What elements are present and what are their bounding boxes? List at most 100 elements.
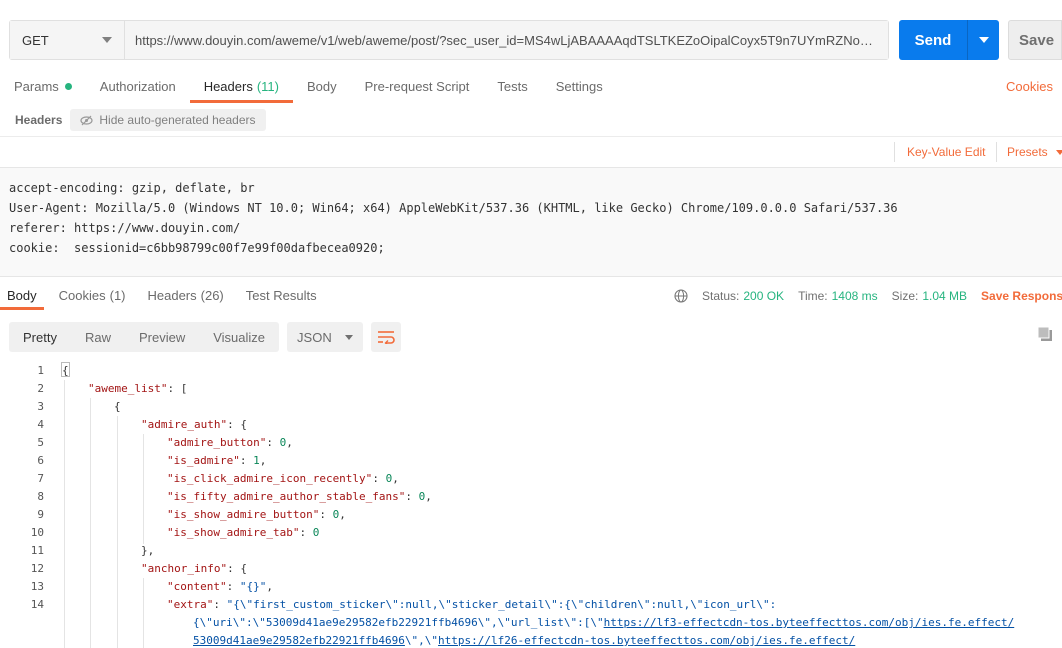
url-input[interactable]: https://www.douyin.com/aweme/v1/web/awem… bbox=[125, 21, 888, 59]
time-label: Time: bbox=[798, 289, 828, 303]
tab-label: Body bbox=[7, 287, 37, 303]
send-dropdown[interactable] bbox=[968, 37, 999, 43]
response-tab-test-results[interactable]: Test Results bbox=[239, 282, 324, 308]
response-status: Status: 200 OK Time: 1408 ms Size: 1.04 MB … bbox=[674, 287, 1062, 305]
tab-label: Authorization bbox=[99, 79, 176, 94]
tab-label: Headers bbox=[203, 79, 253, 94]
save-label: Save bbox=[1019, 31, 1055, 49]
line-number: 3 bbox=[37, 400, 44, 413]
indent-guide bbox=[117, 416, 118, 648]
line-number: 6 bbox=[37, 454, 44, 467]
response-tab-headers[interactable]: Headers (26) bbox=[141, 282, 231, 308]
send-button[interactable]: Send bbox=[899, 20, 999, 60]
code-line: { bbox=[114, 400, 121, 413]
header-line: referer: https://www.douyin.com/ bbox=[9, 221, 241, 235]
size-value: 1.04 MB bbox=[922, 289, 968, 303]
code-line: 53009d41ae9e29582efb22921ffb4696\",\"htt… bbox=[193, 634, 856, 647]
line-number: 12 bbox=[30, 562, 44, 575]
line-number: 4 bbox=[37, 418, 44, 431]
request-bar: GET https://www.douyin.com/aweme/v1/web/… bbox=[9, 20, 889, 60]
format-pretty[interactable]: Pretty bbox=[9, 322, 71, 352]
send-label: Send bbox=[914, 31, 952, 49]
format-preview[interactable]: Preview bbox=[125, 322, 199, 352]
tab-label: Params bbox=[14, 79, 59, 94]
response-tab-body[interactable]: Body bbox=[0, 282, 44, 310]
url-link[interactable]: https://lf26-effectcdn-tos.byteeffecttos… bbox=[438, 634, 855, 647]
line-number: 7 bbox=[37, 472, 44, 485]
line-number: 8 bbox=[37, 490, 44, 503]
time-value: 1408 ms bbox=[831, 289, 878, 303]
code-line: "admire_button": 0, bbox=[167, 436, 293, 449]
code-line: "anchor_info": { bbox=[141, 562, 247, 575]
eye-off-icon bbox=[80, 115, 93, 125]
tab-tests[interactable]: Tests bbox=[483, 70, 541, 103]
code-line: { bbox=[62, 364, 69, 377]
headers-label: Headers bbox=[15, 113, 63, 127]
chevron-down-icon bbox=[978, 37, 989, 43]
headers-subbar: Headers Hide auto-generated headers bbox=[0, 108, 266, 132]
tab-count: (11) bbox=[256, 79, 279, 94]
tab-body[interactable]: Body bbox=[293, 70, 351, 103]
code-line: "extra": "{\"first_custom_sticker\":null… bbox=[167, 598, 777, 611]
code-line: "is_fifty_admire_author_stable_fans": 0, bbox=[167, 490, 432, 503]
method-select[interactable]: GET bbox=[10, 21, 125, 59]
hide-auto-headers-button[interactable]: Hide auto-generated headers bbox=[70, 109, 266, 131]
code-line: "aweme_list": [ bbox=[88, 382, 188, 395]
code-line: "is_show_admire_tab": 0 bbox=[167, 526, 320, 539]
tab-count: (26) bbox=[200, 287, 224, 303]
tab-settings[interactable]: Settings bbox=[542, 70, 617, 103]
code-line: "admire_auth": { bbox=[141, 418, 247, 431]
globe-icon[interactable] bbox=[674, 289, 688, 303]
bulk-edit-toolbar: Key-Value Edit Presets bbox=[0, 142, 1062, 164]
body-toolbar: Pretty Raw Preview Visualize JSON bbox=[9, 322, 402, 352]
line-number: 9 bbox=[37, 508, 44, 521]
request-tabs: Params Authorization Headers (11) Body Pr… bbox=[0, 70, 617, 103]
method-label: GET bbox=[22, 32, 49, 48]
indent-guide bbox=[143, 434, 144, 544]
url-text: https://www.douyin.com/aweme/v1/web/awem… bbox=[135, 32, 878, 48]
line-number: 2 bbox=[37, 382, 44, 395]
line-number: 13 bbox=[30, 580, 44, 593]
indent-guide bbox=[143, 578, 144, 648]
cookies-link[interactable]: Cookies bbox=[1006, 79, 1053, 94]
line-number: 10 bbox=[30, 526, 44, 539]
tab-label: Cookies bbox=[58, 287, 106, 303]
tab-pre-request-script[interactable]: Pre-request Script bbox=[351, 70, 484, 103]
header-line: cookie: sessionid=c6bb98799c00f7e99f00da… bbox=[9, 241, 385, 255]
tab-label: Settings bbox=[555, 79, 603, 94]
tab-label: Tests bbox=[497, 79, 528, 94]
tab-headers[interactable]: Headers (11) bbox=[189, 70, 294, 103]
response-tab-cookies[interactable]: Cookies (1) bbox=[52, 282, 133, 308]
save-response-button[interactable]: Save Response bbox=[981, 289, 1062, 303]
presets-dropdown[interactable]: Presets bbox=[996, 142, 1062, 162]
tab-count: (1) bbox=[109, 287, 126, 303]
code-line: "is_click_admire_icon_recently": 0, bbox=[167, 472, 399, 485]
size-label: Size: bbox=[891, 289, 919, 303]
key-value-edit-link[interactable]: Key-Value Edit bbox=[894, 142, 986, 162]
tab-authorization[interactable]: Authorization bbox=[86, 70, 190, 103]
format-visualize[interactable]: Visualize bbox=[199, 322, 279, 352]
language-label: JSON bbox=[297, 329, 332, 345]
save-button[interactable]: Save bbox=[1008, 20, 1062, 60]
tab-params[interactable]: Params bbox=[0, 70, 86, 103]
url-link[interactable]: https://lf3-effectcdn-tos.byteeffecttos.… bbox=[604, 616, 1015, 629]
line-number: 11 bbox=[30, 544, 44, 557]
divider bbox=[0, 136, 1062, 137]
tab-label: Body bbox=[306, 79, 337, 94]
tab-label: Test Results bbox=[245, 287, 317, 303]
format-raw[interactable]: Raw bbox=[71, 322, 125, 352]
response-tabs: Body Cookies (1) Headers (26) Test Results bbox=[0, 282, 332, 310]
presets-label: Presets bbox=[1007, 145, 1048, 159]
url-link[interactable]: 53009d41ae9e29582efb22921ffb4696 bbox=[193, 634, 405, 647]
code-line: {\"uri\":\"53009d41ae9e29582efb22921ffb4… bbox=[193, 616, 1015, 629]
wrap-lines-button[interactable] bbox=[371, 322, 402, 352]
bulk-headers-editor[interactable]: accept-encoding: gzip, deflate, br User-… bbox=[0, 167, 1062, 277]
line-number: 5 bbox=[37, 436, 44, 449]
code-line: "content": "{}", bbox=[167, 580, 273, 593]
language-select[interactable]: JSON bbox=[287, 322, 364, 352]
line-number: 14 bbox=[30, 598, 44, 611]
chevron-down-icon bbox=[1055, 149, 1062, 155]
header-line: User-Agent: Mozilla/5.0 (Windows NT 10.0… bbox=[9, 201, 898, 215]
tab-label: Headers bbox=[147, 287, 197, 303]
copy-icon[interactable] bbox=[1036, 325, 1054, 343]
